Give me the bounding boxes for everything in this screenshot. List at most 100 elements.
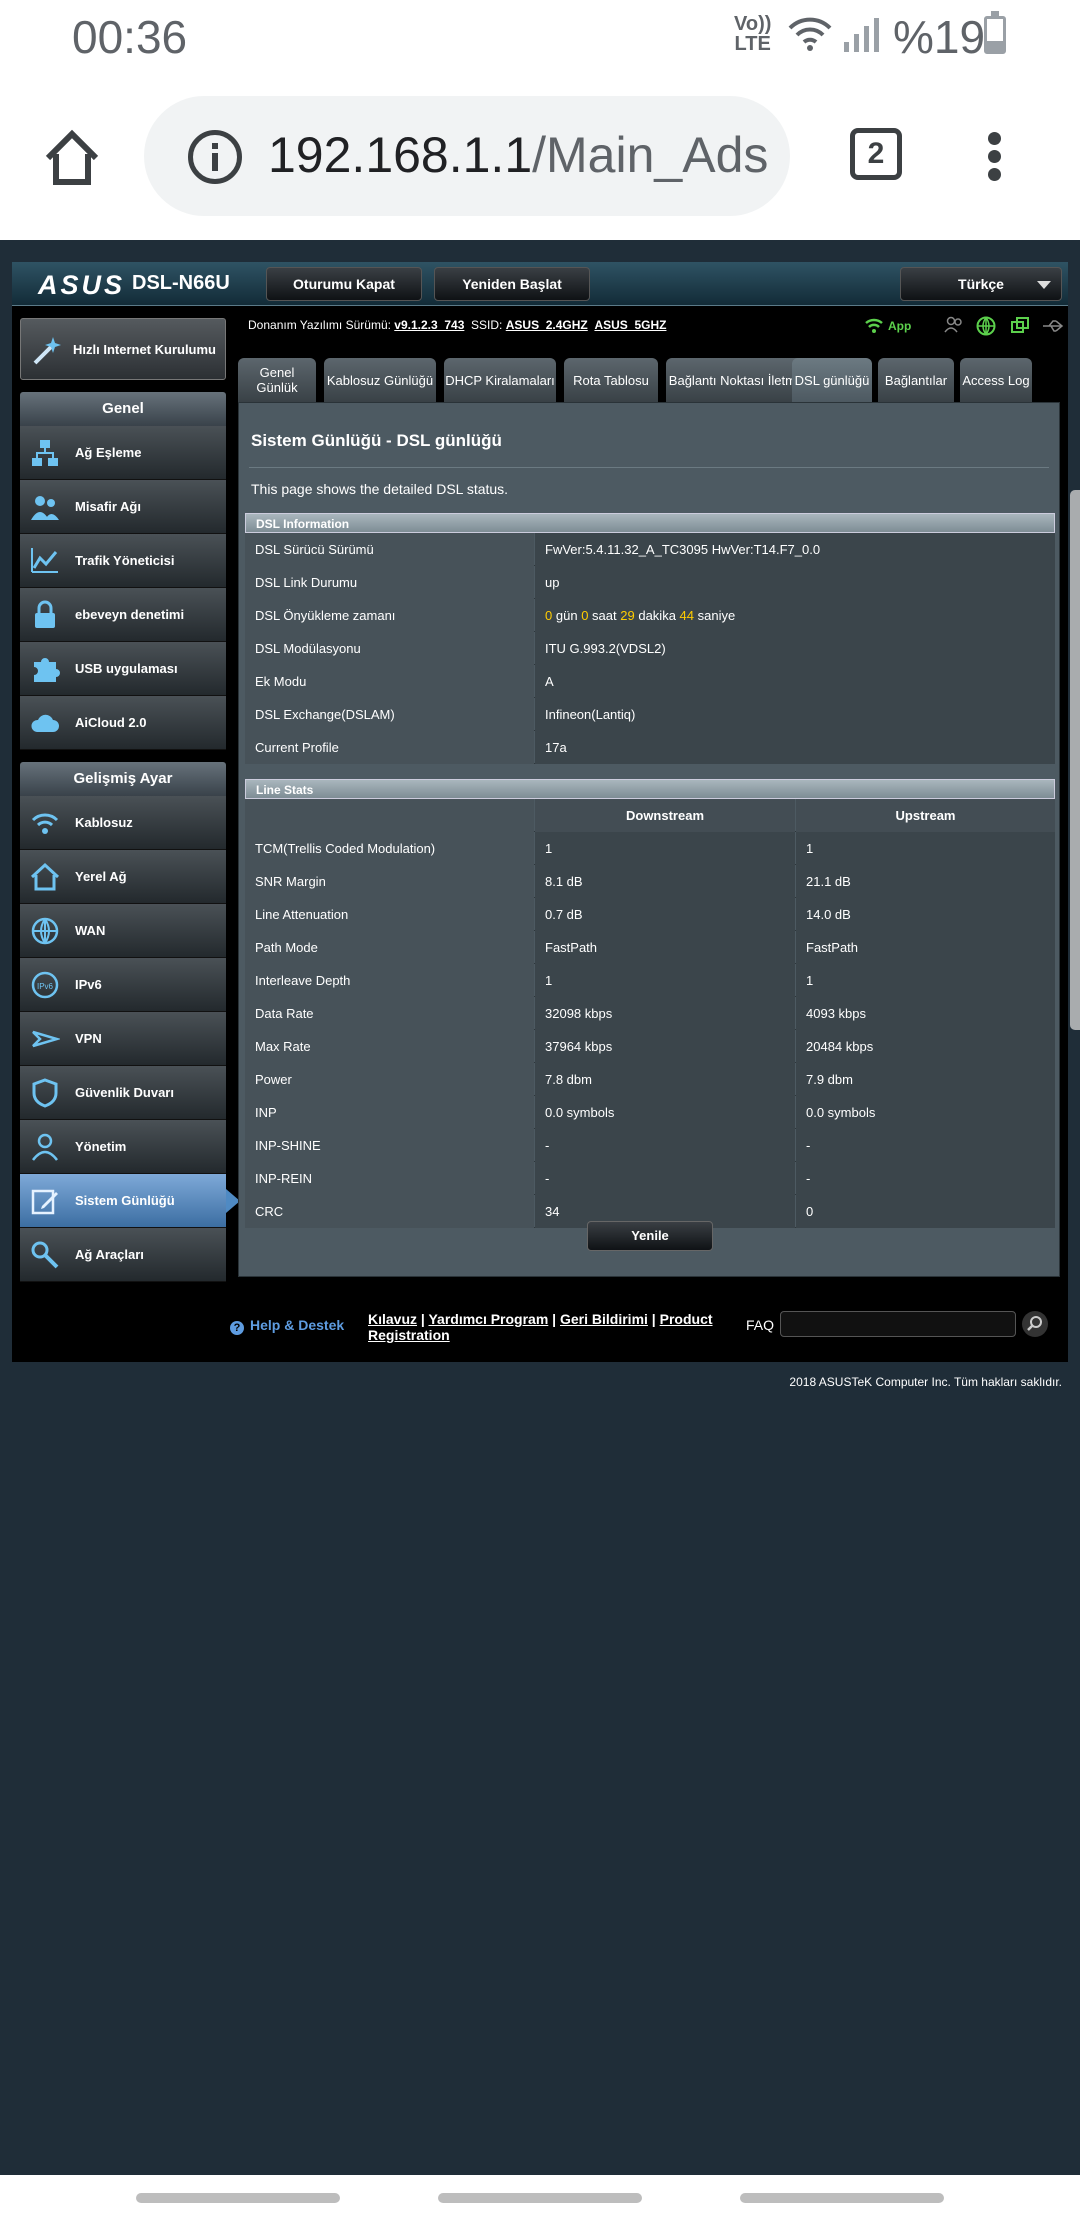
general-group-title: Genel [20,392,226,426]
svg-text:IPv6: IPv6 [37,982,54,991]
sidebar-item-traffic-manager[interactable]: Trafik Yöneticisi [20,534,226,588]
system-nav-bar [0,2175,1080,2220]
clients-icon[interactable] [944,316,964,334]
table-header: DSL Information [245,513,1055,533]
tab-general-log[interactable]: Genel Günlük [238,358,316,402]
tab-switcher-button[interactable]: 2 [850,128,902,180]
table-row: SNR Margin 8.1 dB 21.1 dB [245,865,1055,898]
table-row: INP 0.0 symbols 0.0 symbols [245,1096,1055,1129]
sidebar-item-system-log[interactable]: Sistem Günlüğü [20,1174,240,1228]
sidebar-item-firewall[interactable]: Güvenlik Duvarı [20,1066,226,1120]
globe-icon [31,917,59,945]
sidebar-item-vpn[interactable]: VPN [20,1012,226,1066]
table-column-headers: Downstream Upstream [245,799,1055,832]
table-row: Ek Modu A [245,665,1055,698]
sidebar-item-guest-network[interactable]: Misafir Ağı [20,480,226,534]
uptime-value: 0 gün 0 saat 29 dakika 44 saniye [535,599,1055,632]
admin-user-icon [32,1133,58,1161]
cloud-icon [31,714,59,732]
sidebar-item-wireless[interactable]: Kablosuz [20,796,226,850]
tab-access-log[interactable]: Access Log [960,358,1032,402]
model-name: DSL-N66U [132,272,230,294]
ssid-5-link[interactable]: ASUS_5GHZ [594,318,666,332]
table-row: DSL Önyükleme zamanı 0 gün 0 saat 29 daki… [245,599,1055,632]
table-row: Interleave Depth 1 1 [245,964,1055,997]
back-nav-button[interactable] [740,2193,944,2203]
feedback-link[interactable]: Geri Bildirimi [560,1311,648,1327]
asus-logo: ASUS [38,270,126,300]
tab-wireless-log[interactable]: Kablosuz Günlüğü [324,358,436,402]
home-icon[interactable] [40,126,104,190]
line-stats-table: Line Stats Downstream Upstream TCM(Trelli… [245,779,1055,1228]
sidebar-item-aicloud[interactable]: AiCloud 2.0 [20,696,226,750]
traffic-chart-icon [31,548,58,573]
ssid-24-link[interactable]: ASUS_2.4GHZ [506,318,588,332]
web-page: ASUS DSL-N66U Oturumu Kapat Yeniden Başl… [0,240,1080,2175]
edit-log-icon [31,1189,58,1215]
vpn-icon [32,1030,60,1048]
scrollbar[interactable] [1070,490,1080,1030]
browser-toolbar: 192.168.1.1/Main_Ads 2 [0,72,1080,240]
url-text[interactable]: 192.168.1.1/Main_Ads [268,126,778,184]
refresh-button[interactable]: Yenile [587,1221,713,1251]
sidebar-item-ipv6[interactable]: IPv6 IPv6 [20,958,226,1012]
sidebar-item-parental-control[interactable]: ebeveyn denetimi [20,588,226,642]
faq-search-input[interactable] [780,1311,1016,1337]
manual-link[interactable]: Kılavuz [368,1311,417,1327]
more-menu-icon[interactable] [984,132,1004,182]
table-row: DSL Modülasyonu ITU G.993.2(VDSL2) [245,632,1055,665]
wifi-app-icon[interactable] [864,316,884,334]
usb-icon[interactable] [1042,318,1064,334]
footer-links: Kılavuz | Yardımcı Program | Geri Bildir… [368,1311,713,1343]
dsl-info-table: DSL Information DSL Sürücü Sürümü FwVer:5… [245,513,1055,764]
table-row: Line Attenuation 0.7 dB 14.0 dB [245,898,1055,931]
sidebar-item-lan[interactable]: Yerel Ağ [20,850,226,904]
network-icon[interactable] [1010,316,1030,336]
home-nav-button[interactable] [438,2193,642,2203]
table-row: Data Rate 32098 kbps 4093 kbps [245,997,1055,1030]
sidebar-item-network-map[interactable]: Ağ Eşleme [20,426,226,480]
internet-globe-icon[interactable] [976,316,996,336]
advanced-group-title: Gelişmiş Ayar [20,762,226,796]
language-select[interactable]: Türkçe [900,267,1062,301]
sidebar-item-usb-app[interactable]: USB uygulaması [20,642,226,696]
sidebar-item-wan[interactable]: WAN [20,904,226,958]
utility-link[interactable]: Yardımcı Program [428,1311,548,1327]
tab-port-forwarding[interactable]: Bağlantı Noktası İletme [666,358,806,402]
recent-apps-button[interactable] [136,2193,340,2203]
tab-connections[interactable]: Bağlantılar [878,358,954,402]
volte-indicator: Vo)) LTE [734,13,772,55]
table-row: Current Profile 17a [245,731,1055,764]
info-icon[interactable] [188,130,242,184]
help-support-link[interactable]: ? Help & Destek [230,1317,344,1335]
signal-icon [844,18,879,52]
status-time: 00:36 [72,11,188,63]
tab-dsl-log[interactable]: DSL günlüğü [792,358,872,402]
magic-wand-icon [33,337,61,365]
url-bar[interactable]: 192.168.1.1/Main_Ads [144,96,790,216]
table-row: DSL Link Durumu up [245,566,1055,599]
shield-icon [32,1078,58,1108]
table-row: TCM(Trellis Coded Modulation) 1 1 [245,832,1055,865]
quick-internet-setup[interactable]: Hızlı Internet Kurulumu [20,318,226,380]
reboot-button[interactable]: Yeniden Başlat [434,267,590,301]
sidebar-item-network-tools[interactable]: Ağ Araçları [20,1228,226,1282]
search-icon[interactable] [1022,1311,1048,1337]
firmware-info: Donanım Yazılımı Sürümü: v9.1.2.3_743 SS… [248,318,667,332]
wireless-icon [31,813,59,834]
sidebar-item-administration[interactable]: Yönetim [20,1120,226,1174]
footer: ? Help & Destek Kılavuz | Yardımcı Progra… [12,1307,1068,1357]
network-map-icon [32,440,58,466]
chevron-down-icon [1037,281,1051,289]
tab-dhcp-leases[interactable]: DHCP Kiralamaları [444,358,556,402]
page-description: This page shows the detailed DSL status. [251,481,509,497]
table-row: Power 7.8 dbm 7.9 dbm [245,1063,1055,1096]
logout-button[interactable]: Oturumu Kapat [266,267,422,301]
table-row: Max Rate 37964 kbps 20484 kbps [245,1030,1055,1063]
tab-routing-table[interactable]: Rota Tablosu [564,358,658,402]
log-tabs: Genel Günlük Kablosuz Günlüğü DHCP Kiral… [238,358,1058,402]
app-label[interactable]: App [888,319,911,333]
puzzle-icon [34,658,60,682]
firmware-link[interactable]: v9.1.2.3_743 [394,318,464,332]
page-title: Sistem Günlüğü - DSL günlüğü [251,431,502,450]
